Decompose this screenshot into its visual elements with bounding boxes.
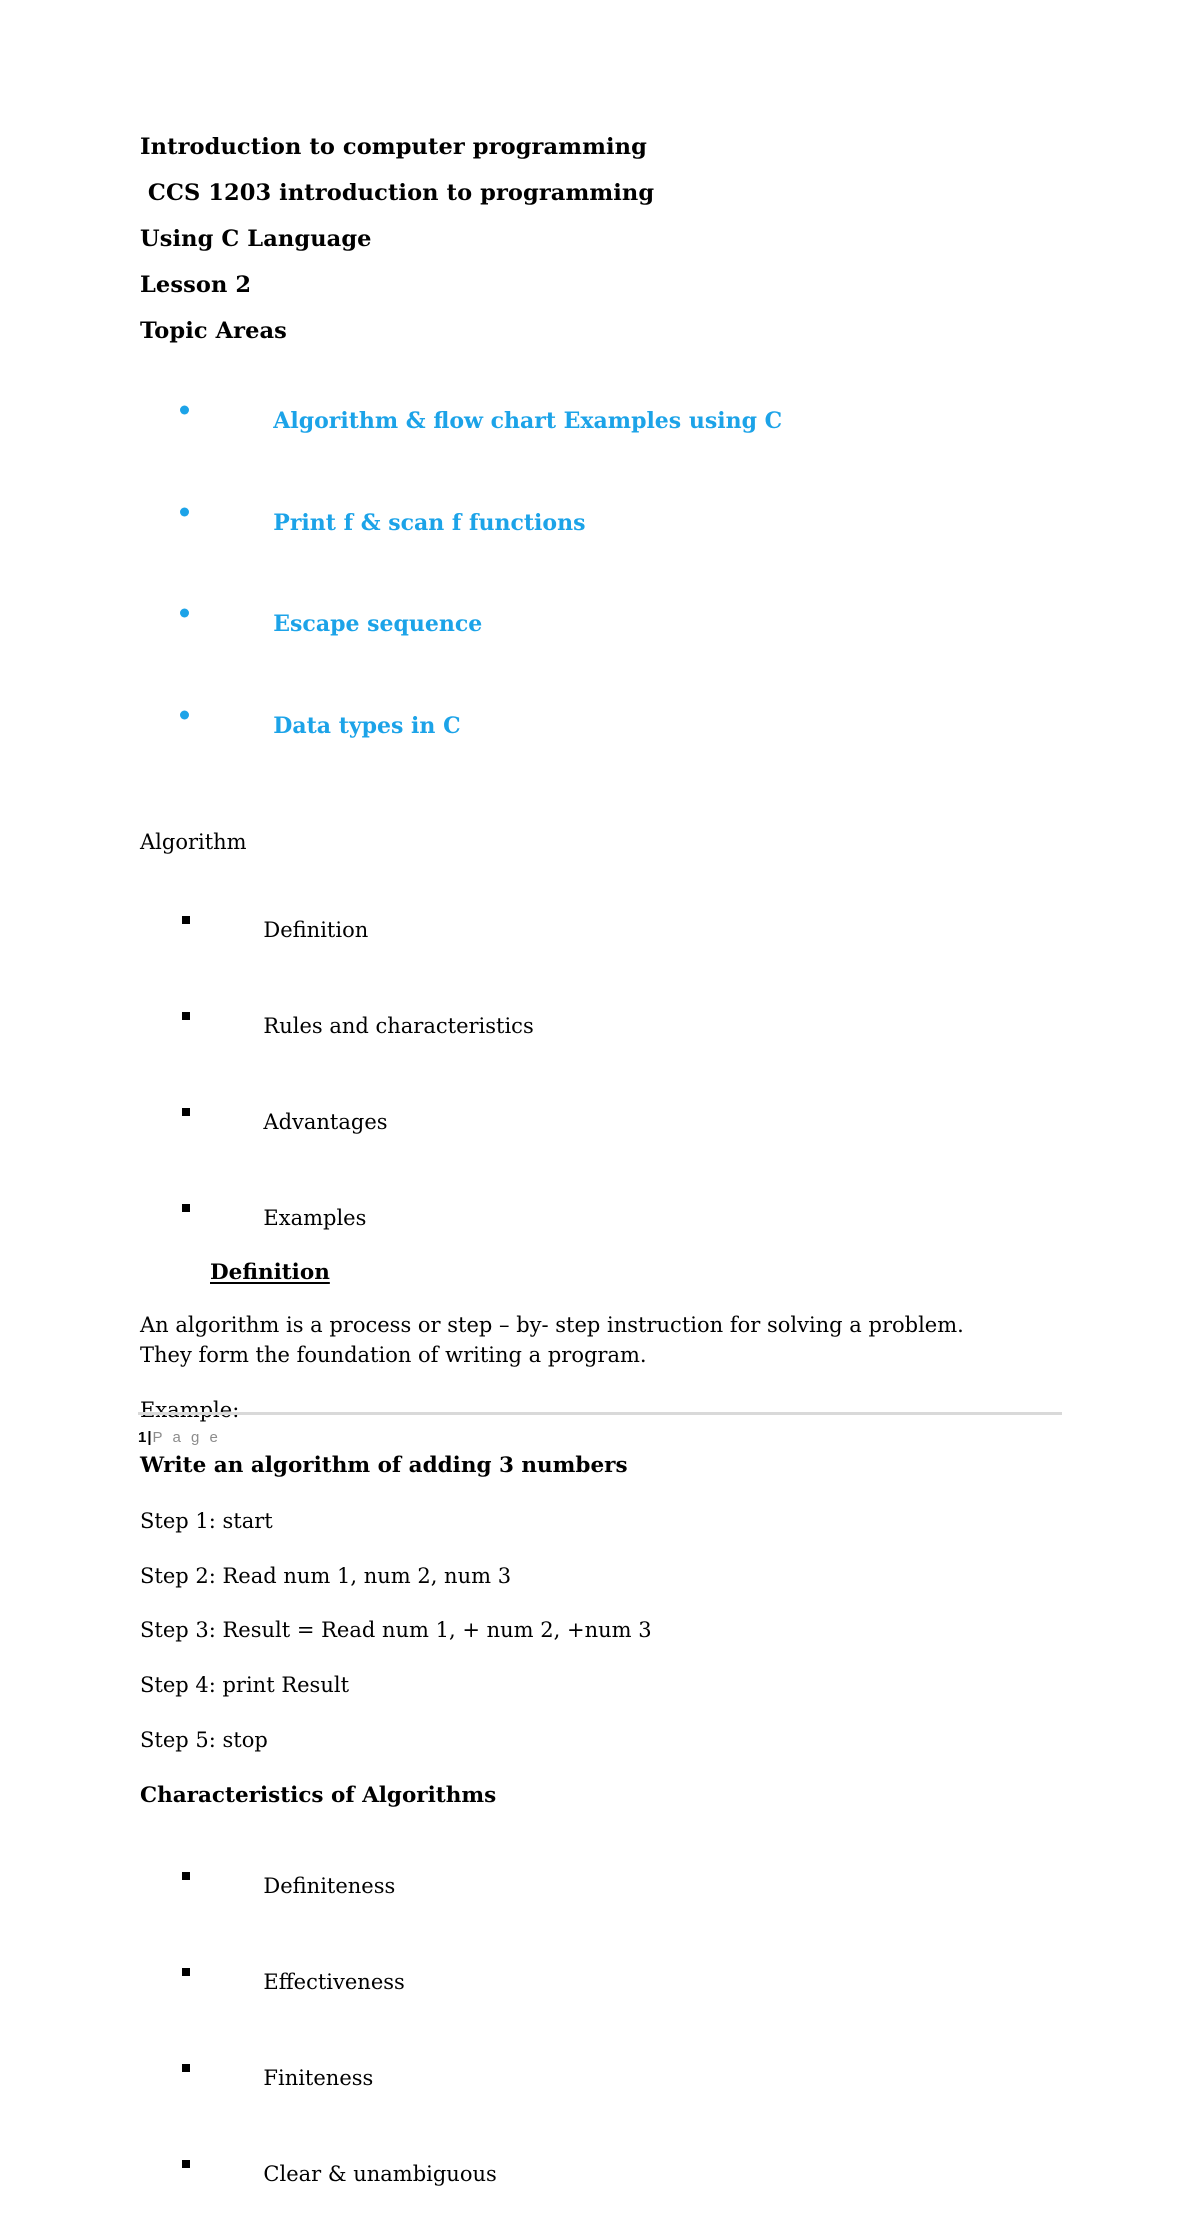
title-line-3: Using C Language [140,226,372,252]
list-item: Definiteness [140,1834,1010,1918]
footer-page-word: P a g e [152,1429,221,1446]
bullet-square-icon [182,1204,190,1212]
list-item: Examples [140,1166,1010,1250]
footer-page-indicator: 1|P a g e [138,1430,1062,1445]
algorithm-step: Step 2: Read num 1, num 2, num 3 [140,1563,512,1588]
list-item-label: Print f & scan f functions [273,509,586,536]
bullet-dot-icon [180,710,189,719]
list-item-label: Escape sequence [273,611,483,637]
bullet-dot-icon [180,507,189,516]
list-item-label: Advantages [263,1110,388,1134]
bullet-dot-icon [180,405,189,415]
algorithm-step: Step 3: Result = Read num 1, + num 2, +n… [140,1618,652,1643]
characteristics-heading: Characteristics of Algorithms [140,1782,497,1808]
list-item: Effectiveness [140,1930,1010,2014]
list-item: Algorithm & flow chart Examples using C [140,366,1010,454]
title-line-1: Introduction to computer programming [140,134,647,160]
page-footer: 1|P a g e [138,1412,1062,1445]
list-item: Advantages [140,1070,1010,1154]
list-item-label: Clear & unambiguous [263,2161,497,2186]
title-line-2: CCS 1203 introduction to programming [140,180,655,206]
definition-paragraph: An algorithm is a process or step – by- … [140,1312,964,1368]
bullet-square-icon [182,916,190,924]
blank-paragraph [140,772,1010,818]
document-page: Introduction to computer programming CCS… [0,0,1200,2184]
list-item: Definition [140,878,1010,962]
algorithm-step: Step 4: print Result [140,1673,350,1698]
algorithm-step: Step 5: stop [140,1728,268,1753]
topic-areas-heading: Topic Areas [140,318,287,344]
characteristics-list: Definiteness Effectiveness Finiteness Cl… [140,1834,1010,2206]
blank-paragraph [140,818,1010,832]
algorithm-step: Step 1: start [140,1508,273,1533]
bullet-square-icon [182,2063,190,2072]
list-item-label: Effectiveness [263,1969,405,1994]
bullet-square-icon [182,1871,190,1880]
document-body: Introduction to computer programming CCS… [140,136,1010,2218]
footer-divider [138,1412,1062,1415]
bullet-square-icon [182,1012,190,1020]
topic-areas-list: Algorithm & flow chart Examples using C … [140,366,1010,759]
list-item: Rules and characteristics [140,974,1010,1058]
algorithm-subtopics-list: Definition Rules and characteristics Adv… [140,878,1010,1250]
list-item-label: Finiteness [263,2065,374,2090]
list-item: Print f & scan f functions [140,468,1010,556]
list-item-label: Algorithm & flow chart Examples using C [273,408,783,434]
list-item: Escape sequence [140,569,1010,657]
list-item-label: Definition [263,918,369,942]
list-item-label: Examples [263,1206,367,1230]
bullet-dot-icon [180,608,189,618]
list-item-label: Definiteness [263,1873,396,1898]
example-title: Write an algorithm of adding 3 numbers [140,1453,628,1479]
bullet-square-icon [182,1108,190,1116]
definition-subheading: Definition [210,1260,330,1285]
bullet-square-icon [182,1967,190,1976]
algorithm-heading: Algorithm [140,830,247,854]
list-item-label: Rules and characteristics [263,1014,534,1038]
list-item: Finiteness [140,2026,1010,2110]
title-line-4: Lesson 2 [140,272,252,298]
list-item: Data types in C [140,671,1010,759]
list-item-label: Data types in C [273,712,461,739]
list-item: Clear & unambiguous [140,2122,1010,2206]
bullet-square-icon [182,2159,190,2168]
